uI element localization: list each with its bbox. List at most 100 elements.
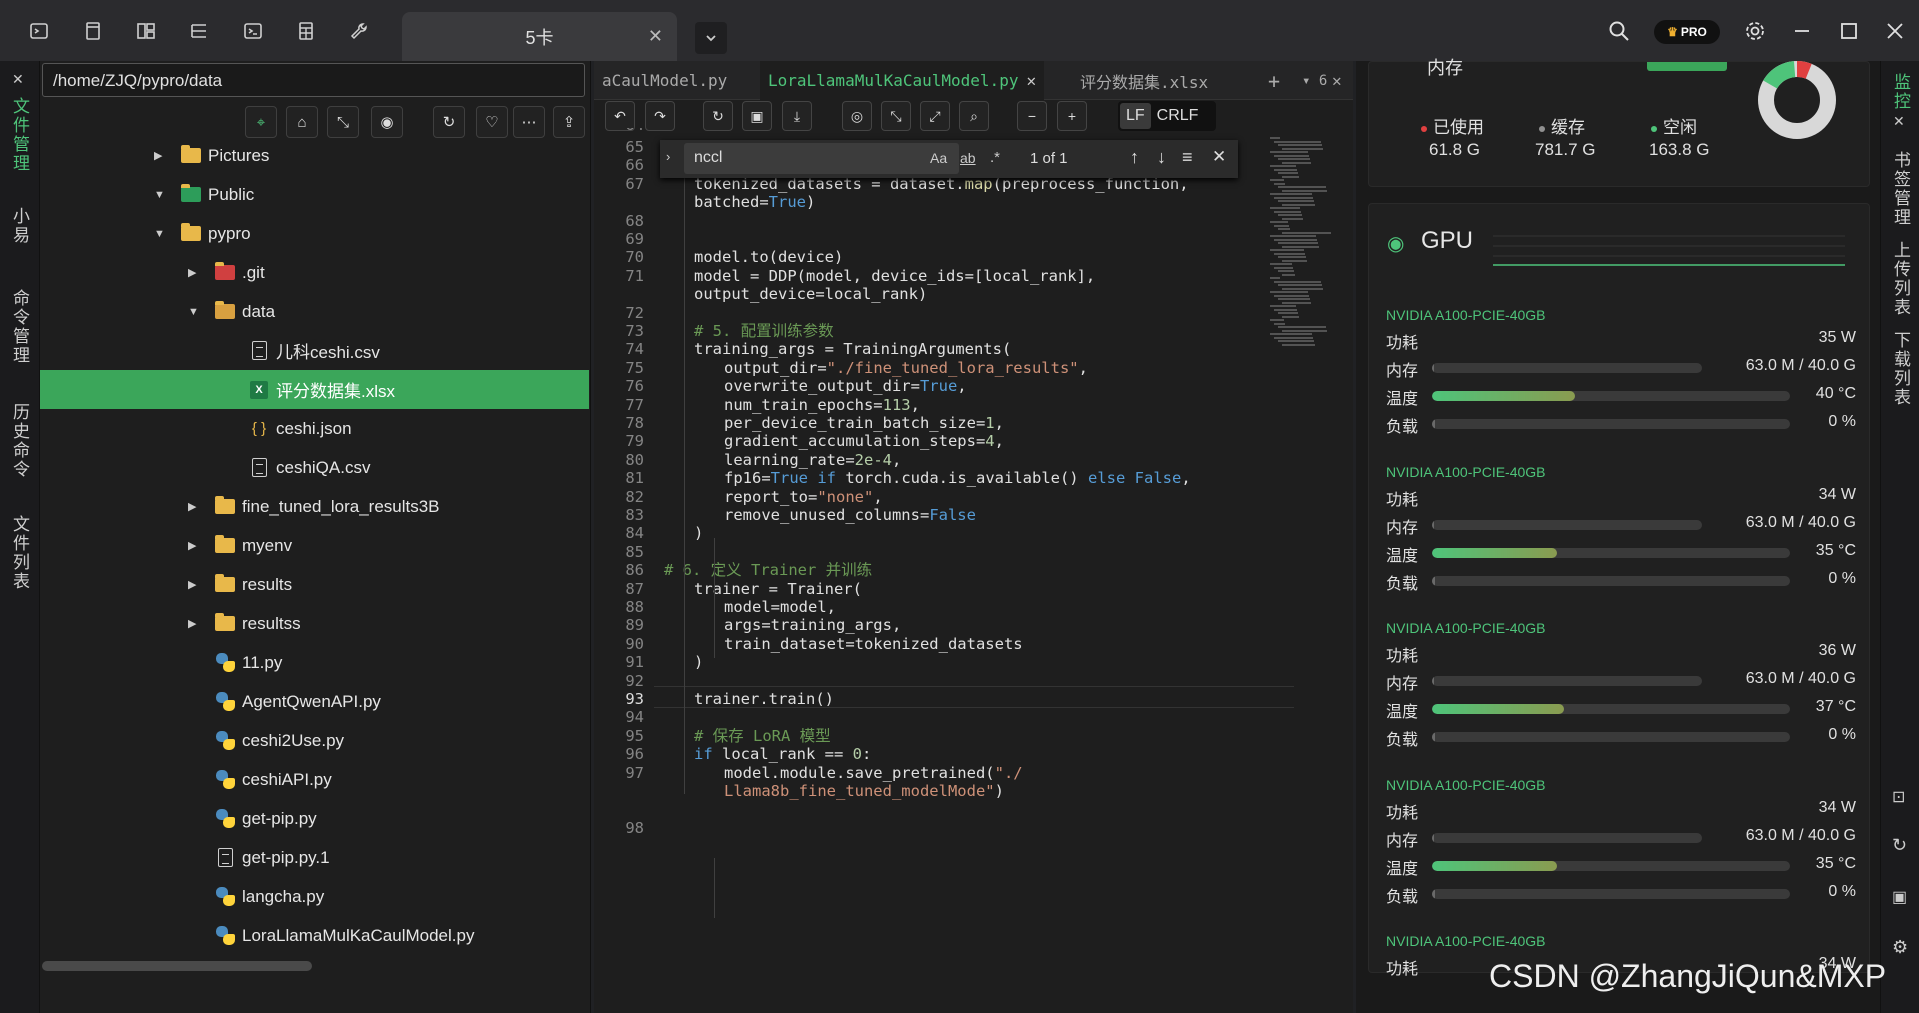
- plus-icon[interactable]: +: [1260, 61, 1288, 100]
- heart-icon[interactable]: ♡: [476, 106, 508, 138]
- session-tab[interactable]: 5卡 ✕: [402, 12, 677, 61]
- save-icon[interactable]: ▣: [1892, 887, 1907, 907]
- chevron-down-icon[interactable]: [695, 22, 727, 54]
- tree-item[interactable]: ceshiAPI.py: [40, 760, 589, 799]
- shrink-icon[interactable]: ⤡: [881, 101, 911, 131]
- chevron-down-icon[interactable]: ▼: [188, 306, 199, 318]
- tree-item[interactable]: ▼ pypro: [40, 214, 589, 253]
- code-line[interactable]: Llama8b_fine_tuned_modelMode"): [724, 780, 1004, 802]
- code-area[interactable]: 64656667tokenized_datasets = dataset.map…: [594, 128, 1294, 968]
- minimize-icon[interactable]: [1791, 20, 1813, 42]
- close-icon[interactable]: ✕: [12, 71, 24, 88]
- tree-item[interactable]: ceshiQA.csv: [40, 448, 589, 487]
- home-icon[interactable]: ⌂: [286, 106, 318, 138]
- gear-icon[interactable]: [1744, 20, 1766, 42]
- tree-item[interactable]: 11.py: [40, 643, 589, 682]
- find-icon[interactable]: ⌕: [959, 101, 989, 131]
- tree-item[interactable]: ▶ resultss: [40, 604, 589, 643]
- rail-file-manager[interactable]: 文件管理: [8, 97, 32, 173]
- chevron-right-icon[interactable]: ▶: [188, 617, 196, 630]
- layout-icon[interactable]: [135, 20, 157, 42]
- crlf-option[interactable]: CRLF: [1151, 103, 1205, 129]
- rail-command-manager[interactable]: 命令管理: [8, 289, 32, 365]
- rail-monitor[interactable]: 监控: [1889, 73, 1913, 111]
- rail-download-list[interactable]: 下载列表: [1889, 331, 1913, 407]
- tree-item[interactable]: ▶ .git: [40, 253, 589, 292]
- tab-xlsx[interactable]: 评分数据集.xlsx: [1072, 61, 1216, 100]
- rail-command-history[interactable]: 历史命令: [8, 403, 32, 479]
- arrow-up-icon[interactable]: ↑: [1130, 147, 1139, 168]
- chevron-right-icon[interactable]: ▶: [188, 578, 196, 591]
- rail-bookmarks[interactable]: 书签管理: [1889, 151, 1913, 227]
- gear-icon[interactable]: ⚙: [1892, 937, 1908, 958]
- regex-toggle[interactable]: .*: [990, 149, 1000, 166]
- tree-item[interactable]: 儿科ceshi.csv: [40, 331, 589, 370]
- close-icon[interactable]: ✕: [1893, 113, 1905, 130]
- code-line[interactable]: ): [694, 522, 703, 544]
- zoom-out-icon[interactable]: −: [1017, 101, 1047, 131]
- download-icon[interactable]: ⤓: [782, 101, 812, 131]
- search-icon[interactable]: [1608, 20, 1630, 42]
- tab-lora-model[interactable]: LoraLlamaMulKaCaulModel.py ✕: [760, 61, 1045, 100]
- close-icon[interactable]: ✕: [1324, 61, 1350, 100]
- redo-icon[interactable]: ↷: [645, 101, 675, 131]
- expand-icon[interactable]: ⤢: [920, 101, 950, 131]
- tree-item[interactable]: AgentQwenAPI.py: [40, 682, 589, 721]
- tree-item[interactable]: ▼ data: [40, 292, 589, 331]
- lf-option[interactable]: LF: [1120, 103, 1151, 129]
- chevron-right-icon[interactable]: ▶: [188, 539, 196, 552]
- refresh-icon[interactable]: ↻: [1892, 835, 1907, 856]
- tree-item[interactable]: ▶ results: [40, 565, 589, 604]
- code-line[interactable]: train_dataset=tokenized_datasets: [724, 633, 1023, 655]
- chevron-right-icon[interactable]: ▶: [188, 500, 196, 513]
- command-icon[interactable]: [242, 20, 264, 42]
- tree-item[interactable]: get-pip.py.1: [40, 838, 589, 877]
- arrow-down-icon[interactable]: ↓: [1157, 147, 1166, 168]
- match-case-toggle[interactable]: Aa: [930, 150, 947, 166]
- code-line[interactable]: ): [694, 651, 703, 673]
- path-input[interactable]: /home/ZJQ/pypro/data: [42, 63, 585, 97]
- chevron-down-icon[interactable]: ▼: [154, 189, 165, 201]
- chevron-right-icon[interactable]: ▶: [154, 149, 162, 162]
- more-icon[interactable]: ⋯: [513, 106, 545, 138]
- code-line[interactable]: output_device=local_rank): [694, 283, 927, 305]
- collapse-icon[interactable]: ⤡: [327, 106, 359, 138]
- line-ending-toggle[interactable]: LF CRLF: [1118, 101, 1216, 131]
- code-line[interactable]: batched=True): [694, 191, 815, 213]
- tree-item[interactable]: ▼ Public: [40, 175, 589, 214]
- window-close-icon[interactable]: [1884, 20, 1906, 42]
- tree-item[interactable]: ▶ Pictures: [40, 136, 589, 175]
- close-icon[interactable]: ✕: [648, 26, 663, 47]
- undo-icon[interactable]: ↶: [605, 101, 635, 131]
- find-input[interactable]: nccl: [684, 143, 959, 174]
- chevron-right-icon[interactable]: ▶: [188, 266, 196, 279]
- horizontal-scrollbar[interactable]: [42, 961, 312, 971]
- tree-item[interactable]: X 评分数据集.xlsx: [40, 370, 589, 409]
- minimap[interactable]: [1266, 137, 1336, 357]
- tree-item[interactable]: langcha.py: [40, 877, 589, 916]
- zoom-in-icon[interactable]: +: [1057, 101, 1087, 131]
- eye-icon[interactable]: ◉: [1387, 231, 1404, 256]
- terminal-icon[interactable]: [28, 20, 50, 42]
- close-icon[interactable]: ✕: [1026, 71, 1036, 90]
- tree-icon[interactable]: [188, 20, 210, 42]
- tree-item[interactable]: LoraLlamaMulKaCaulModel.py: [40, 916, 589, 955]
- rail-assistant[interactable]: 小易: [8, 207, 32, 245]
- save-icon[interactable]: ▣: [742, 101, 772, 131]
- terminal-icon[interactable]: ⊡: [1892, 787, 1905, 807]
- compass-icon[interactable]: ◎: [842, 101, 872, 131]
- tab-caul-model[interactable]: aCaulModel.py: [594, 61, 735, 100]
- rail-upload-list[interactable]: 上传列表: [1889, 241, 1913, 317]
- code-line[interactable]: remove_unused_columns=False: [724, 504, 976, 526]
- chevron-down-icon[interactable]: ▼: [154, 228, 165, 240]
- sheet-icon[interactable]: [295, 20, 317, 42]
- upload-icon[interactable]: ⇪: [553, 106, 585, 138]
- tree-item[interactable]: { } ceshi.json: [40, 409, 589, 448]
- maximize-icon[interactable]: [1838, 20, 1860, 42]
- tree-item[interactable]: get-pip.py: [40, 799, 589, 838]
- rail-file-list[interactable]: 文件列表: [8, 515, 32, 591]
- bookmark-icon[interactable]: [82, 20, 104, 42]
- tree-item[interactable]: ceshi2Use.py: [40, 721, 589, 760]
- pro-badge[interactable]: ♛ PRO: [1654, 20, 1720, 44]
- chevron-right-icon[interactable]: ›: [666, 149, 670, 164]
